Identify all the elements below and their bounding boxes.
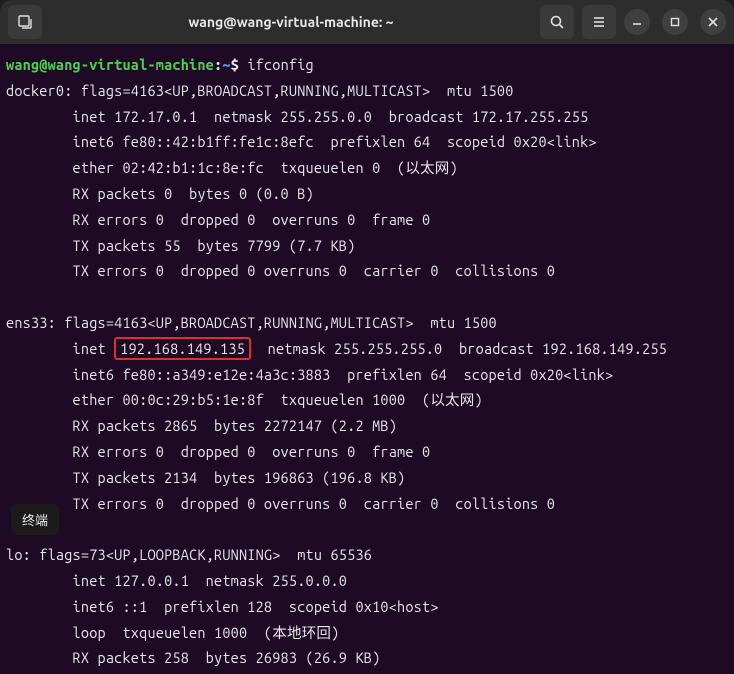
- search-icon: [549, 14, 565, 30]
- terminal-output[interactable]: wang@wang-virtual-machine:~$ ifconfig do…: [0, 44, 734, 674]
- close-button[interactable]: [700, 9, 726, 35]
- docker0-tx-errors: TX errors 0 dropped 0 overruns 0 carrier…: [6, 262, 555, 279]
- docker0-rx-packets: RX packets 0 bytes 0 (0.0 B): [6, 185, 314, 202]
- ens33-rx-errors: RX errors 0 dropped 0 overruns 0 frame 0: [6, 443, 430, 460]
- docker0-inet6: inet6 fe80::42:b1ff:fe1c:8efc prefixlen …: [6, 133, 597, 150]
- minimize-icon: [632, 17, 642, 27]
- highlighted-ip: 192.168.149.135: [114, 337, 251, 360]
- ens33-inet-post: netmask 255.255.255.0 broadcast 192.168.…: [251, 340, 667, 357]
- docker0-ether: ether 02:42:b1:1c:8e:fc txqueuelen 0 (以太…: [6, 159, 458, 176]
- new-tab-icon: [17, 14, 33, 30]
- ens33-tx-packets: TX packets 2134 bytes 196863 (196.8 KB): [6, 469, 405, 486]
- menu-button[interactable]: [582, 5, 616, 39]
- docker0-rx-errors: RX errors 0 dropped 0 overruns 0 frame 0: [6, 211, 430, 228]
- maximize-icon: [670, 17, 680, 27]
- maximize-button[interactable]: [662, 9, 688, 35]
- docker0-inet: inet 172.17.0.1 netmask 255.255.0.0 broa…: [6, 108, 588, 125]
- new-tab-button[interactable]: [8, 5, 42, 39]
- lo-inet6: inet6 ::1 prefixlen 128 scopeid 0x10<hos…: [6, 598, 439, 615]
- ens33-ether: ether 00:0c:29:b5:1e:8f txqueuelen 1000 …: [6, 391, 483, 408]
- lo-inet: inet 127.0.0.1 netmask 255.0.0.0: [6, 572, 347, 589]
- ens33-rx-packets: RX packets 2865 bytes 2272147 (2.2 MB): [6, 417, 397, 434]
- command-text: ifconfig: [247, 56, 314, 73]
- docker0-tx-packets: TX packets 55 bytes 7799 (7.7 KB): [6, 237, 355, 254]
- ens33-inet-pre: inet: [6, 340, 114, 357]
- minimize-button[interactable]: [624, 9, 650, 35]
- hamburger-icon: [591, 14, 607, 30]
- window-controls: [624, 9, 726, 35]
- prompt-sigil: $: [231, 56, 239, 73]
- prompt-path: ~: [222, 56, 230, 73]
- prompt-user: wang@wang-virtual-machine: [6, 56, 214, 73]
- ens33-inet6: inet6 fe80::a349:e12e:4a3c:3883 prefixle…: [6, 366, 613, 383]
- close-icon: [708, 17, 718, 27]
- ens33-header: ens33: flags=4163<UP,BROADCAST,RUNNING,M…: [6, 314, 497, 331]
- search-button[interactable]: [540, 5, 574, 39]
- lo-header: lo: flags=73<UP,LOOPBACK,RUNNING> mtu 65…: [6, 546, 372, 563]
- tooltip: 终端: [11, 504, 59, 535]
- lo-rx-packets: RX packets 258 bytes 26983 (26.9 KB): [6, 649, 380, 666]
- titlebar: wang@wang-virtual-machine: ~: [0, 0, 734, 44]
- lo-loop: loop txqueuelen 1000 (本地环回): [6, 624, 339, 641]
- ens33-tx-errors: TX errors 0 dropped 0 overruns 0 carrier…: [6, 495, 555, 512]
- window-title: wang@wang-virtual-machine: ~: [50, 14, 532, 30]
- docker0-header: docker0: flags=4163<UP,BROADCAST,RUNNING…: [6, 82, 514, 99]
